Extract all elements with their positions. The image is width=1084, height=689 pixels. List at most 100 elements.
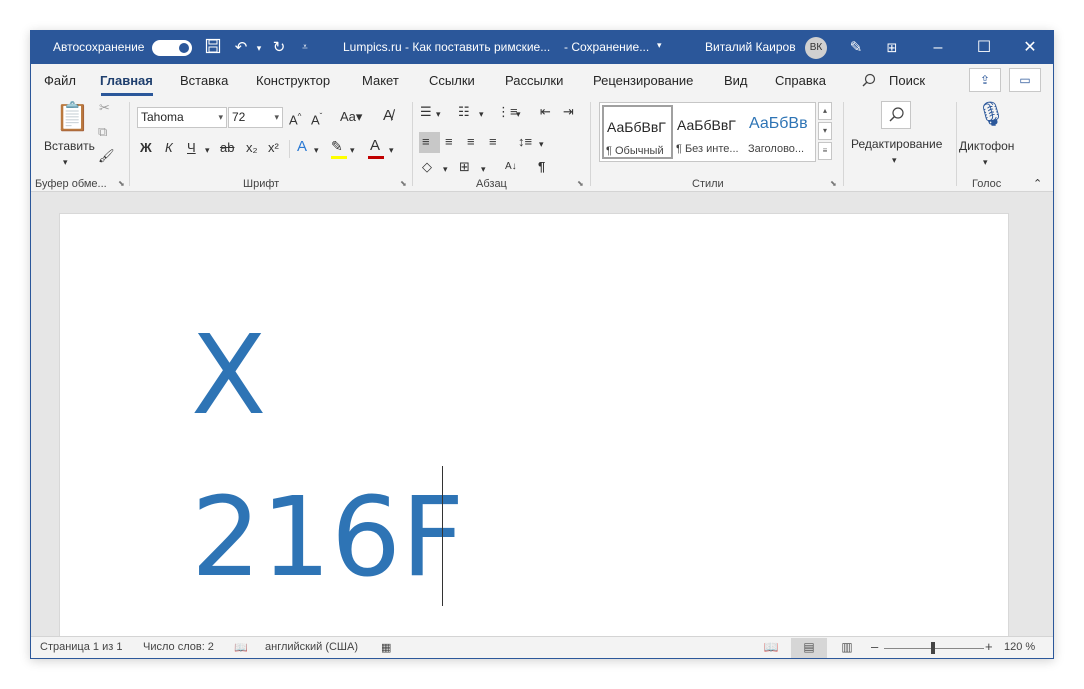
styles-scroll-up[interactable]: ▴ [818,102,832,120]
tab-design[interactable]: Конструктор [256,73,330,88]
tab-view[interactable]: Вид [724,73,748,88]
tab-mailings[interactable]: Рассылки [505,73,563,88]
align-right-icon[interactable]: ≡ [467,134,475,150]
styles-more[interactable]: ≡ [818,142,832,160]
underline-button[interactable]: Ч [187,140,196,156]
align-left-icon[interactable]: ≡ [422,134,430,150]
tab-review[interactable]: Рецензирование [593,73,693,88]
superscript-button[interactable]: x² [268,140,279,156]
borders-icon[interactable]: ⊞ [459,159,470,175]
justify-icon[interactable]: ≡ [489,134,497,150]
paste-icon[interactable]: 📋 [55,102,90,132]
print-layout-button[interactable]: ▤ [791,638,827,658]
bullets-dropdown-icon[interactable]: ▾ [436,106,441,122]
page-count[interactable]: Страница 1 из 1 [40,641,122,653]
zoom-slider-thumb[interactable] [931,642,935,654]
search-label[interactable]: Поиск [889,73,925,88]
word-count[interactable]: Число слов: 2 [143,641,214,653]
zoom-level[interactable]: 120 % [1004,641,1035,653]
strikethrough-button[interactable]: ab [220,140,234,156]
zoom-out-button[interactable]: – [871,639,878,654]
multilevel-dropdown-icon[interactable]: ▾ [516,106,521,122]
search-icon[interactable] [862,73,876,90]
show-marks-icon[interactable]: ¶ [538,159,545,175]
find-icon[interactable] [881,101,911,129]
share-button[interactable]: ⇪ [969,68,1001,92]
style-no-spacing[interactable]: АаБбВвГ ¶ Без инте... [674,105,745,159]
proofing-icon[interactable]: 📖 [234,641,248,654]
minimize-button[interactable]: – [915,31,961,64]
document-page[interactable]: Ⅹ 216F [59,213,1009,643]
underline-dropdown-icon[interactable]: ▾ [205,142,210,158]
tab-file[interactable]: Файл [44,73,76,88]
comments-button[interactable]: ▭ [1009,68,1041,92]
paragraph-launcher-icon[interactable]: ⬊ [577,179,584,188]
autosave-toggle[interactable] [152,40,192,56]
save-status-dropdown-icon[interactable]: ▾ [657,40,662,51]
close-button[interactable]: ✕ [1007,31,1053,64]
tab-layout[interactable]: Макет [362,73,399,88]
clear-formatting-icon[interactable]: A̸ [383,108,393,124]
save-status[interactable]: - Сохранение... [564,40,649,54]
grow-font-icon[interactable]: A^ [289,109,301,128]
zoom-in-button[interactable]: + [985,639,993,654]
change-case-icon[interactable]: Aa▾ [340,109,362,125]
collapse-ribbon-icon[interactable]: ⌃ [1033,176,1042,192]
read-mode-button[interactable]: 📖 [753,638,789,658]
editing-label[interactable]: Редактирование [851,136,942,152]
increase-indent-icon[interactable]: ⇥ [563,104,574,120]
borders-dropdown-icon[interactable]: ▾ [481,161,486,177]
paste-dropdown-icon[interactable]: ▾ [63,154,68,170]
format-painter-icon[interactable]: 🖌 [98,148,115,164]
line-spacing-dropdown-icon[interactable]: ▾ [539,136,544,152]
multilevel-list-icon[interactable]: ⋮≡ [497,104,518,120]
designer-pen-icon[interactable]: ✎ [846,38,866,58]
tab-references[interactable]: Ссылки [429,73,475,88]
style-heading[interactable]: АаБбВв Заголово... [746,105,817,159]
document-line-1[interactable]: Ⅹ [191,320,266,430]
bullets-icon[interactable]: ☰ [420,104,432,120]
sort-icon[interactable]: А↓ [505,159,517,175]
maximize-button[interactable]: ☐ [961,31,1007,64]
line-spacing-icon[interactable]: ↕≡ [518,134,532,150]
avatar[interactable]: ВК [805,37,827,59]
font-color-icon[interactable]: A [370,138,380,154]
clipboard-launcher-icon[interactable]: ⬊ [118,179,125,188]
cut-icon[interactable]: ✂ [99,100,110,116]
accessibility-icon[interactable]: ▦ [381,641,391,654]
font-size-combo[interactable]: 72 ▾ [228,107,283,128]
user-name[interactable]: Виталий Каиров [705,40,796,54]
redo-icon[interactable]: ↻ [269,38,289,58]
italic-button[interactable]: К [165,140,173,156]
shrink-font-icon[interactable]: Aˇ [311,109,322,128]
editing-dropdown-icon[interactable]: ▾ [892,152,897,168]
web-layout-button[interactable]: ▥ [829,638,865,658]
highlight-dropdown-icon[interactable]: ▾ [350,142,355,158]
numbering-icon[interactable]: ☷ [458,104,470,120]
tab-home[interactable]: Главная [100,73,153,88]
paste-label[interactable]: Вставить [44,138,95,154]
style-normal[interactable]: АаБбВвГ ¶ Обычный [602,105,673,159]
font-color-dropdown-icon[interactable]: ▾ [389,142,394,158]
microphone-icon[interactable]: 🎙 [976,102,1006,128]
tab-help[interactable]: Справка [775,73,826,88]
customize-qat-icon[interactable]: ⩡ [295,38,315,58]
copy-icon[interactable]: ⧉ [98,124,107,140]
undo-dropdown-icon[interactable]: ▾ [249,38,269,58]
align-center-icon[interactable]: ≡ [445,134,453,150]
numbering-dropdown-icon[interactable]: ▾ [479,106,484,122]
styles-launcher-icon[interactable]: ⬊ [830,179,837,188]
dictate-label[interactable]: Диктофон [959,138,1014,154]
save-icon[interactable] [203,38,223,58]
font-name-combo[interactable]: Tahoma ▾ [137,107,227,128]
styles-scroll-down[interactable]: ▾ [818,122,832,140]
document-line-2[interactable]: 216F [191,482,464,592]
shading-dropdown-icon[interactable]: ▾ [443,161,448,177]
dictate-dropdown-icon[interactable]: ▾ [983,154,988,170]
text-effects-dropdown-icon[interactable]: ▾ [314,142,319,158]
bold-button[interactable]: Ж [140,140,152,156]
highlight-icon[interactable]: ✎ [331,138,343,154]
font-launcher-icon[interactable]: ⬊ [400,179,407,188]
language[interactable]: английский (США) [265,641,358,653]
shading-icon[interactable]: ◇ [422,159,432,175]
